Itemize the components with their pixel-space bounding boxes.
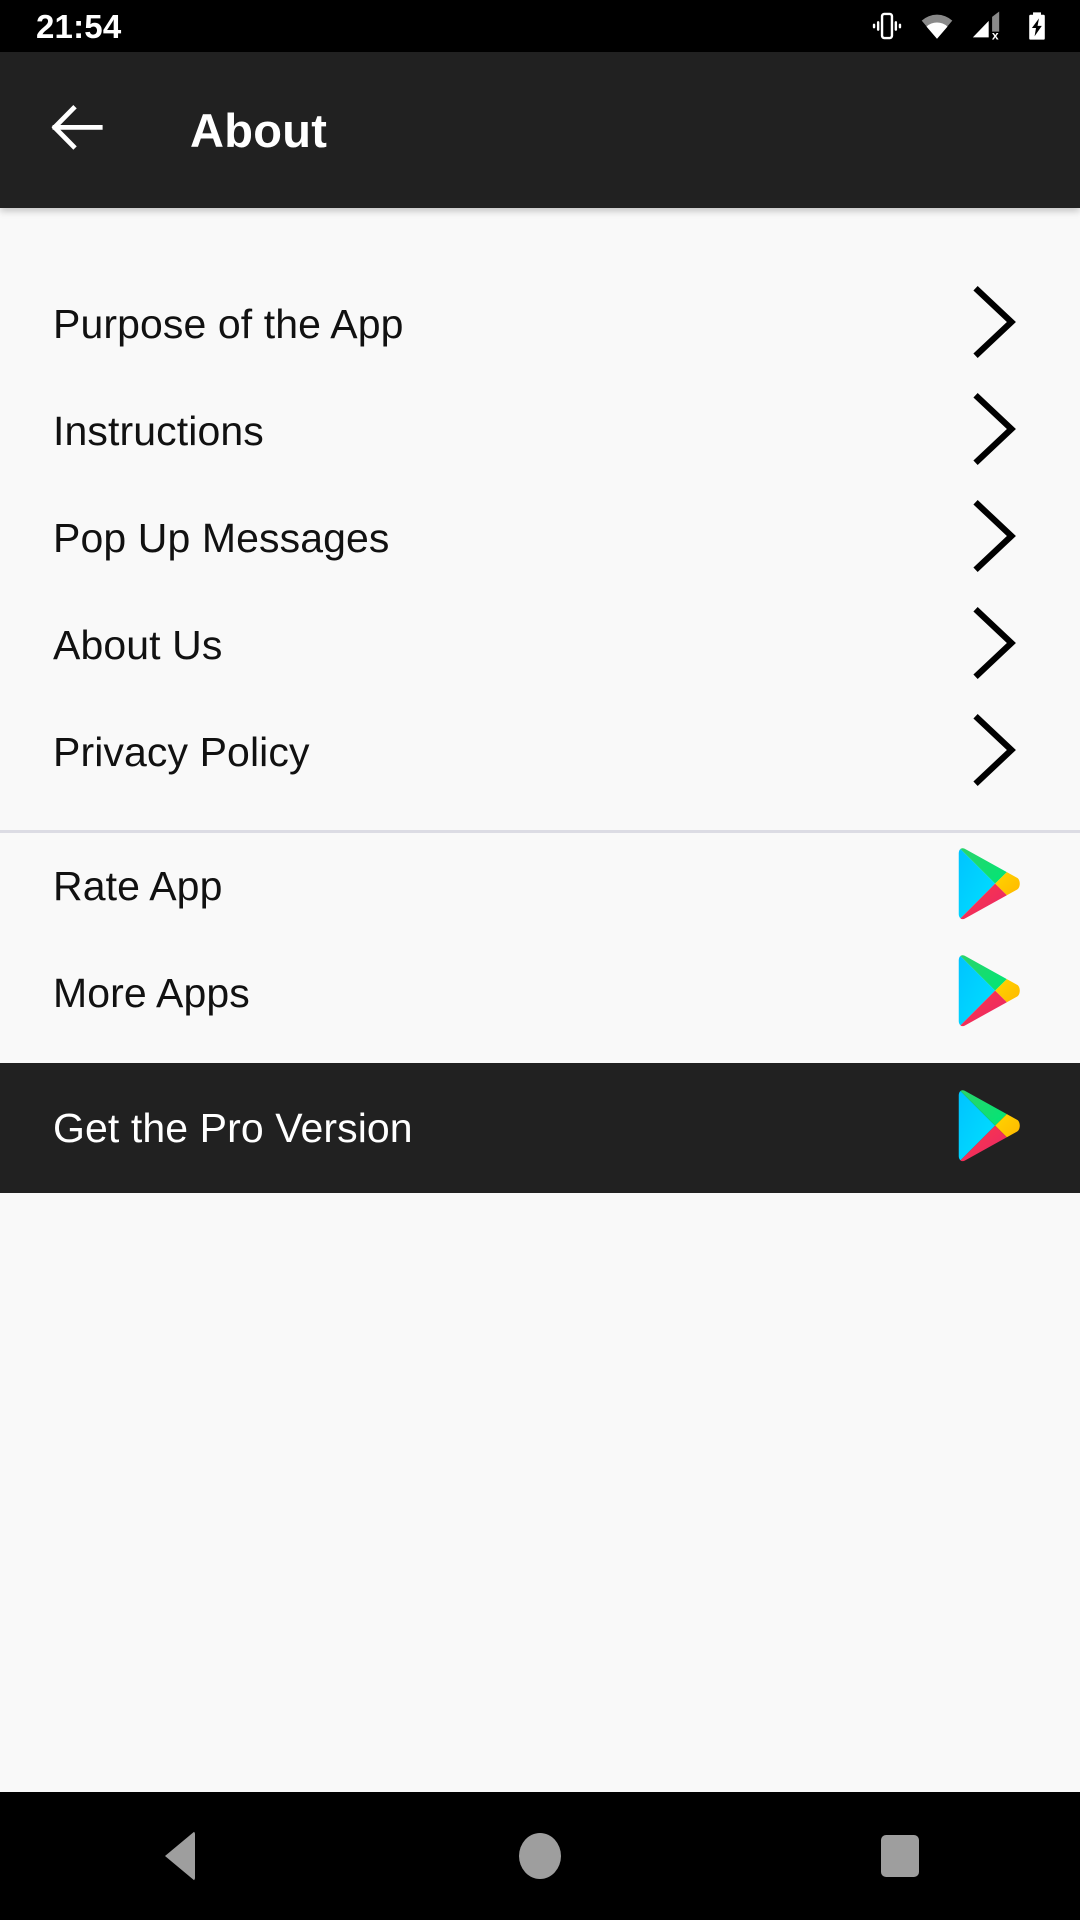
chevron-right-icon [967, 282, 1023, 367]
battery-charging-icon [1020, 9, 1054, 43]
menu-item-label: Rate App [53, 863, 223, 909]
phone-screen: 21:54 x About Purpose of the App Instruc… [0, 0, 1080, 1920]
square-recents-icon [881, 1835, 919, 1877]
menu-group-info-links: Purpose of the App Instructions Pop Up M… [0, 208, 1080, 806]
about-menu-list: Purpose of the App Instructions Pop Up M… [0, 208, 1080, 1792]
google-play-icon [955, 1088, 1023, 1169]
menu-item-label: Purpose of the App [53, 301, 404, 347]
status-bar-icons: x [870, 9, 1054, 43]
menu-item-label: More Apps [53, 970, 250, 1016]
menu-item-label: Pop Up Messages [53, 515, 390, 561]
chevron-right-icon [967, 710, 1023, 795]
status-bar-clock: 21:54 [36, 7, 122, 45]
menu-item-about-us[interactable]: About Us [0, 592, 1080, 699]
menu-item-label: Privacy Policy [53, 729, 310, 775]
empty-content-area [0, 1193, 1080, 1792]
nav-home-button[interactable] [465, 1792, 615, 1920]
nav-back-button[interactable] [105, 1792, 255, 1920]
menu-item-get-the-pro-version[interactable]: Get the Pro Version [0, 1063, 1080, 1193]
google-play-icon [955, 846, 1023, 927]
menu-item-instructions[interactable]: Instructions [0, 378, 1080, 485]
circle-home-icon [519, 1833, 561, 1879]
google-play-icon [955, 953, 1023, 1034]
back-button[interactable] [40, 92, 116, 168]
menu-item-more-apps[interactable]: More Apps [0, 940, 1080, 1047]
cellular-off-icon: x [970, 9, 1004, 43]
app-bar: About [0, 52, 1080, 208]
menu-group-store-links: Rate App More Apps Get the Pro Version [0, 833, 1080, 1193]
menu-item-label: About Us [53, 622, 223, 668]
menu-item-purpose-of-the-app[interactable]: Purpose of the App [0, 271, 1080, 378]
android-navigation-bar [0, 1792, 1080, 1920]
wifi-icon [920, 9, 954, 43]
menu-item-pop-up-messages[interactable]: Pop Up Messages [0, 485, 1080, 592]
triangle-back-icon [165, 1831, 195, 1881]
menu-item-label: Get the Pro Version [53, 1104, 413, 1151]
menu-item-label: Instructions [53, 408, 264, 454]
svg-text:x: x [992, 28, 999, 42]
chevron-right-icon [967, 389, 1023, 474]
menu-item-privacy-policy[interactable]: Privacy Policy [0, 699, 1080, 806]
chevron-right-icon [967, 496, 1023, 581]
chevron-right-icon [967, 603, 1023, 688]
arrow-left-icon [47, 97, 109, 164]
vibrate-icon [870, 9, 904, 43]
menu-item-rate-app[interactable]: Rate App [0, 833, 1080, 940]
nav-recents-button[interactable] [825, 1792, 975, 1920]
page-title: About [190, 103, 328, 157]
status-bar: 21:54 x [0, 0, 1080, 52]
